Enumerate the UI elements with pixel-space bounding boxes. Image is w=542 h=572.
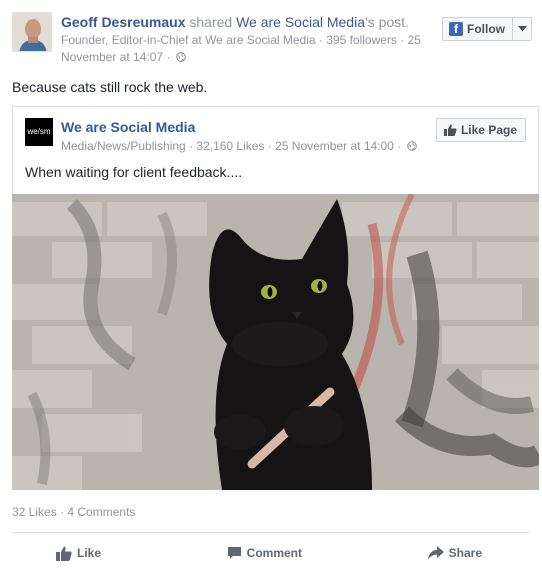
- share-button[interactable]: Share: [427, 540, 482, 566]
- comments-count[interactable]: 4 Comments: [67, 505, 135, 519]
- shared-word: shared: [189, 14, 233, 30]
- shared-post-card[interactable]: we/sm We are Social Media Media/News/Pub…: [12, 106, 539, 490]
- reaction-counts: 32 Likes · 4 Comments: [12, 505, 135, 519]
- author-name[interactable]: Geoff Desreumaux: [61, 14, 185, 30]
- thumbs-up-icon: [443, 124, 457, 136]
- page-info: Media/News/Publishing · 32,160 Likes · 2…: [61, 138, 421, 154]
- globe-icon: [175, 52, 186, 62]
- like-button[interactable]: Like: [56, 540, 101, 566]
- page-logo[interactable]: we/sm: [25, 118, 53, 146]
- page-name[interactable]: We are Social Media: [61, 118, 421, 136]
- shared-page-link[interactable]: We are Social Media: [236, 14, 365, 30]
- post-title-line: Geoff Desreumaux shared We are Social Me…: [61, 13, 431, 31]
- post-actions: Like Comment Share: [12, 540, 530, 566]
- thumbs-up-icon: [56, 546, 72, 561]
- like-label: Like: [77, 546, 102, 560]
- post-header: Geoff Desreumaux shared We are Social Me…: [12, 12, 532, 68]
- comment-button[interactable]: Comment: [227, 540, 302, 566]
- cat-photo[interactable]: [12, 194, 539, 490]
- actions-divider: [12, 532, 530, 533]
- shared-post-text: When waiting for client feedback....: [25, 164, 243, 180]
- page-info-text: Media/News/Publishing · 32,160 Likes · 2…: [61, 139, 402, 153]
- follow-button[interactable]: f Follow: [442, 17, 513, 41]
- like-page-label: Like Page: [460, 123, 517, 137]
- post-subline: Founder, Editor-in-Chief at We are Socia…: [61, 32, 431, 66]
- follow-label: Follow: [467, 22, 505, 36]
- shared-suffix: 's post.: [365, 14, 409, 30]
- comment-label: Comment: [246, 546, 302, 560]
- follow-group: f Follow: [442, 17, 532, 41]
- comment-icon: [227, 547, 241, 559]
- post-meta: Geoff Desreumaux shared We are Social Me…: [61, 13, 431, 66]
- author-subline-text: Founder, Editor-in-Chief at We are Socia…: [61, 33, 421, 64]
- author-avatar[interactable]: [12, 12, 52, 52]
- counts-separator: ·: [56, 505, 68, 519]
- like-page-button[interactable]: Like Page: [435, 118, 526, 142]
- likes-count[interactable]: 32 Likes: [12, 505, 57, 519]
- share-label: Share: [448, 546, 482, 560]
- share-icon: [427, 546, 444, 560]
- post-text: Because cats still rock the web.: [12, 79, 208, 95]
- chevron-down-icon: [517, 26, 527, 32]
- facebook-icon: f: [449, 22, 463, 36]
- globe-icon: [406, 141, 417, 151]
- shared-post-meta: We are Social Media Media/News/Publishin…: [61, 118, 421, 154]
- follow-options-button[interactable]: [513, 17, 532, 41]
